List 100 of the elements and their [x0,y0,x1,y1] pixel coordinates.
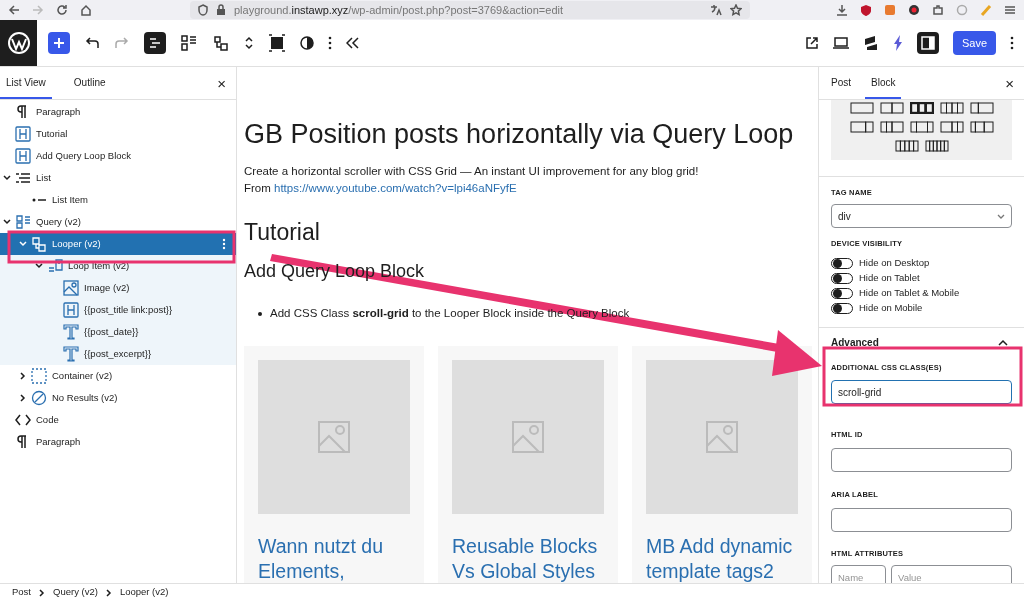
list-view-item[interactable]: Add Query Loop Block [0,145,236,167]
link[interactable]: https://www.youtube.com/watch?v=lpi46aNFyfE [274,182,517,194]
breadcrumb-link[interactable]: Looper (v2) [119,585,169,600]
select-block-icon[interactable] [268,34,286,52]
list-view-item[interactable]: Tutorial [0,123,236,145]
breadcrumb-link[interactable]: Query (v2) [53,585,98,600]
extension-icon[interactable] [908,4,920,16]
reload-icon[interactable] [56,4,68,16]
panel-tab[interactable]: Post [825,67,857,99]
text-icon [63,346,79,362]
list-view-item[interactable]: Query (v2) [0,211,236,233]
toggle-switch[interactable] [831,272,853,284]
chevron-icon[interactable] [19,394,27,402]
list-view-item[interactable]: List Item [0,189,236,211]
tag-name-select[interactable]: div [831,204,1012,229]
panel-tab[interactable]: Outline [67,67,112,99]
list-view-item[interactable]: Container (v2) [0,365,236,387]
toggle-switch[interactable] [831,302,853,314]
list-view-button[interactable] [144,32,166,54]
close-button[interactable]: × [1005,67,1014,99]
list-view-item[interactable]: No Results (v2) [0,387,236,409]
layout-option-icon[interactable] [924,140,949,152]
list-view-item[interactable]: List [0,167,236,189]
puzzle-icon[interactable] [932,4,944,16]
save-button[interactable]: Save [952,31,996,55]
settings-button[interactable] [916,32,939,54]
post-card-title[interactable]: Reusable Blocks Vs Global Styles [452,534,604,583]
url-text: playground.instawp.xyz/wp-admin/post.php?post=3769&action=edit [234,2,563,18]
translate-icon[interactable] [710,4,722,16]
layout-option-icon[interactable] [969,121,994,133]
image-icon [705,420,739,454]
layout-option-icon[interactable] [939,102,964,114]
list-view-item[interactable]: {{post_date}} [0,321,236,343]
chevron-icon[interactable] [35,262,43,270]
move-arrows-icon[interactable] [244,35,254,51]
layout-option-icon[interactable] [939,121,964,133]
more-vertical-icon[interactable] [1010,36,1014,50]
lock-icon [216,4,226,16]
menu-icon[interactable] [1004,4,1016,16]
star-icon[interactable] [730,4,742,16]
layout-option-icon[interactable] [909,121,934,133]
code-icon [15,412,31,428]
layout-option-icon[interactable] [879,102,904,114]
post-card-title[interactable]: MB Add dynamic template tags2 [646,534,798,583]
input-field[interactable] [831,448,1012,472]
list-view-item[interactable]: Paragraph [0,431,236,453]
list-icon [15,170,31,186]
query-icon [15,214,31,230]
list-view-item[interactable]: Code [0,409,236,431]
list-view-item[interactable]: Paragraph [0,101,236,123]
back-icon[interactable] [8,4,20,16]
desktop-preview-icon[interactable] [832,37,849,49]
layout-option-icon[interactable] [849,121,874,133]
collapse-icon[interactable] [346,37,360,49]
input-field[interactable]: Value [891,565,1012,583]
query-icon[interactable] [180,34,198,52]
bolt-icon[interactable] [892,35,903,51]
list-view-item[interactable]: {{post_title link:post}} [0,299,236,321]
input-field[interactable] [831,507,1012,532]
container-icon [31,368,47,384]
toggle-label: Hide on Tablet [859,270,920,285]
chevron-icon[interactable] [19,372,27,380]
chevron-icon[interactable] [3,174,11,182]
wordpress-logo[interactable] [0,20,37,66]
panel-tab[interactable]: List View [0,67,52,99]
section-toggle[interactable]: Advanced [831,327,1012,358]
layout-option-icon[interactable] [894,140,919,152]
toggle-switch[interactable] [831,287,853,299]
looper-icon[interactable] [212,34,230,52]
post-card-title[interactable]: Wann nutzt du Elements, [258,534,410,583]
chevron-right-icon [105,588,112,597]
heading-icon [15,126,31,142]
layout-option-icon[interactable] [969,102,994,114]
external-link-icon[interactable] [804,36,819,50]
contrast-icon[interactable] [300,36,314,50]
add-block-button[interactable] [48,32,70,54]
chevron-icon[interactable] [3,218,11,226]
extension-icon[interactable] [860,4,872,16]
download-icon[interactable] [836,4,848,16]
address-bar[interactable]: playground.instawp.xyz/wp-admin/post.php?post=3769&action=edit [190,1,750,19]
post-title: GB Position posts horizontally via Query Loop [244,118,795,151]
home-icon[interactable] [80,4,92,16]
generateblocks-icon[interactable] [862,35,879,51]
more-vertical-icon[interactable] [328,36,332,50]
toggle-label: Hide on Mobile [859,300,923,315]
input-field[interactable]: Name [831,565,886,583]
toggle-switch[interactable] [831,257,853,269]
list-view-item[interactable]: Image (v2) [0,277,236,299]
toggle-label: Hide on Tablet & Mobile [859,285,960,300]
undo-icon[interactable] [84,36,100,50]
layout-option-icon[interactable] [879,121,904,133]
heading-icon [15,148,31,164]
sidebar-icon [920,36,935,50]
close-button[interactable]: × [217,67,226,99]
looper-icon [31,236,47,252]
breadcrumb-link[interactable]: Post [12,585,31,600]
heading-text: Tutorial [244,218,321,247]
input-field[interactable]: scroll-grid [831,380,1012,405]
layout-option-icon[interactable] [909,102,934,114]
list-view-item[interactable]: {{post_excerpt}} [0,343,236,365]
